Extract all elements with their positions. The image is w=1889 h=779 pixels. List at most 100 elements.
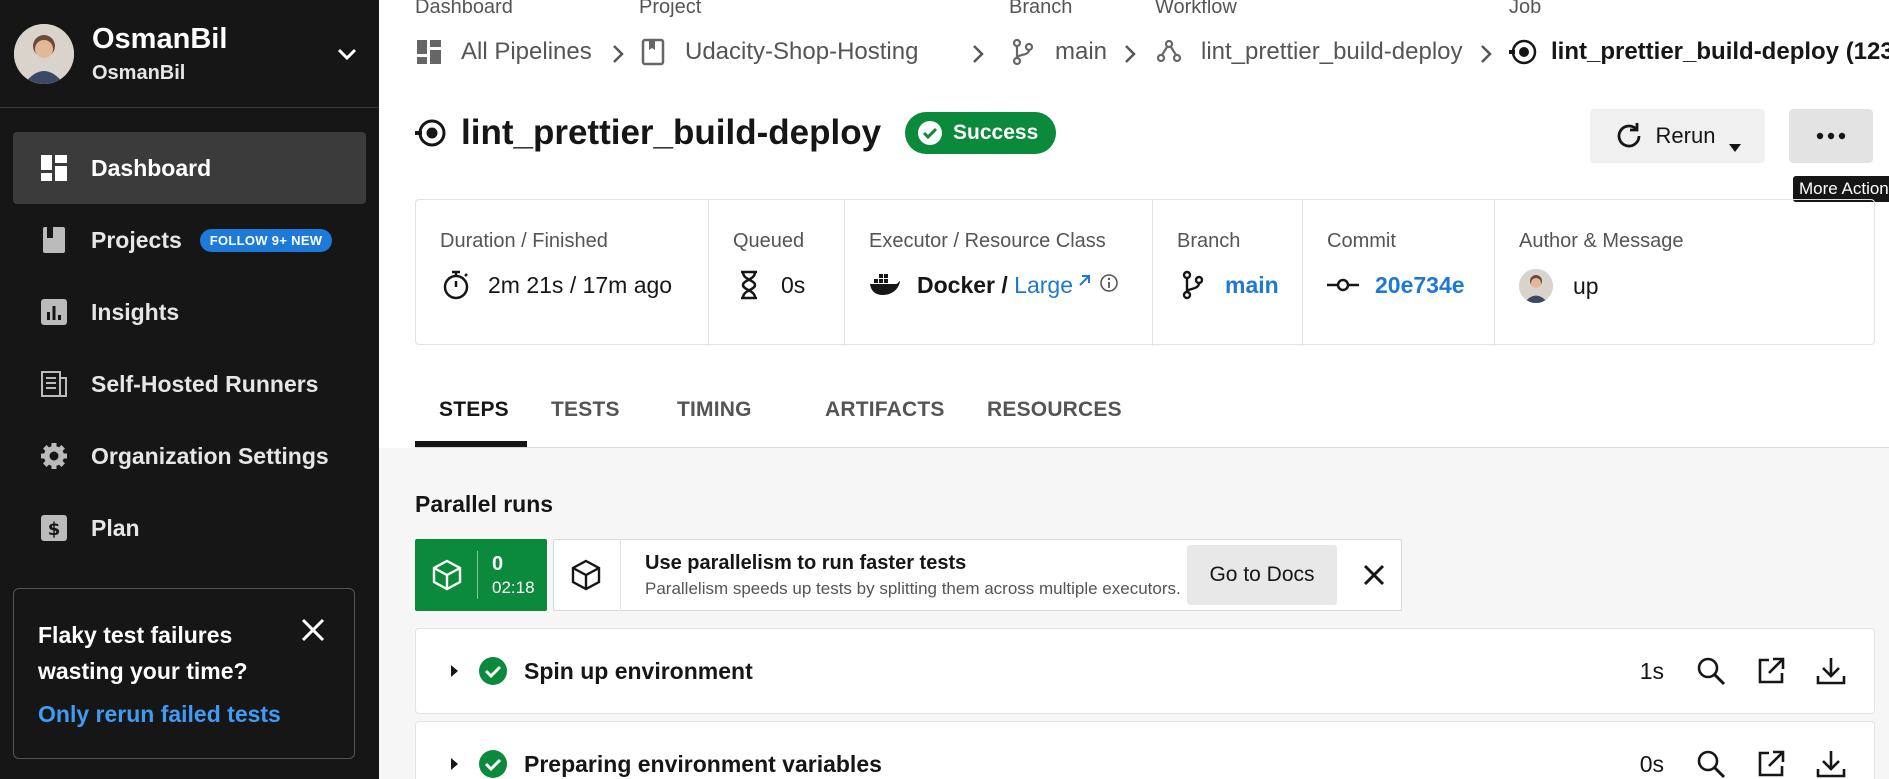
svg-text:$: $ [48, 519, 61, 540]
crumb-project[interactable]: Project Udacity-Shop-Hosting [639, 0, 918, 66]
divider [477, 551, 478, 599]
sidebar-item-org-settings[interactable]: Organization Settings [13, 420, 366, 492]
run-time: 02:18 [492, 577, 535, 597]
info-label: Branch [1177, 230, 1241, 252]
org-subtitle: OsmanBil [92, 61, 186, 84]
info-label: Commit [1327, 230, 1396, 252]
follow-badge[interactable]: FOLLOW 9+ NEW [199, 228, 333, 252]
page-title: lint_prettier_build-deploy [461, 113, 882, 152]
open-external-icon[interactable] [1754, 747, 1788, 779]
step-row[interactable]: Spin up environment 1s [415, 628, 1875, 714]
book-icon [39, 225, 69, 255]
parallelism-tip: Use parallelism to run faster tests Para… [553, 539, 1402, 611]
caret-right-icon[interactable] [448, 756, 460, 772]
download-icon[interactable] [1814, 747, 1848, 779]
org-name: OsmanBil [92, 22, 228, 55]
resource-class-link[interactable]: Large [1014, 272, 1073, 299]
info-commit: Commit 20e734e [1302, 200, 1465, 346]
more-actions-button[interactable] [1789, 109, 1873, 163]
sidebar-item-projects[interactable]: Projects FOLLOW 9+ NEW [13, 204, 366, 276]
caret-down-icon [1729, 132, 1742, 152]
branch-icon [1009, 38, 1037, 66]
crumb-value: main [1055, 38, 1108, 65]
tab-tests[interactable]: TESTS [551, 398, 620, 422]
crumb-branch[interactable]: Branch main [1009, 0, 1107, 66]
rerun-button[interactable]: Rerun [1590, 109, 1765, 163]
crumb-label: Job [1509, 0, 1542, 18]
search-icon[interactable] [1694, 747, 1728, 779]
commit-link[interactable]: 20e734e [1375, 272, 1465, 299]
run-index: 0 [492, 552, 504, 575]
crumb-job: Job lint_prettier_build-deploy (1238) [1509, 0, 1889, 66]
info-label: Executor / Resource Class [869, 230, 1106, 252]
caret-right-icon[interactable] [448, 663, 460, 679]
tab-steps[interactable]: STEPS [439, 398, 509, 422]
refresh-icon [1614, 121, 1644, 151]
rerun-failed-link[interactable]: Only rerun failed tests [38, 701, 330, 728]
org-switcher[interactable]: OsmanBil OsmanBil [0, 0, 379, 108]
branch-icon [1177, 269, 1209, 301]
sidebar-item-insights[interactable]: Insights [13, 276, 366, 348]
search-icon[interactable] [1694, 654, 1728, 688]
job-icon [415, 117, 447, 149]
dollar-icon: $ [39, 513, 69, 543]
status-text: Success [953, 121, 1039, 144]
go-to-docs-button[interactable]: Go to Docs [1187, 545, 1337, 605]
close-icon[interactable] [300, 617, 326, 643]
branch-link[interactable]: main [1225, 272, 1279, 299]
job-info-card: Duration / Finished 2m 21s / 17m ago Que… [415, 199, 1875, 346]
chevron-right-icon [1479, 44, 1493, 64]
info-executor: Executor / Resource Class Docker / Large [844, 200, 1119, 346]
chevron-down-icon[interactable] [329, 36, 365, 72]
info-circle-icon[interactable] [1099, 272, 1119, 299]
info-label: Queued [733, 230, 805, 252]
info-value: Docker [917, 271, 995, 298]
status-badge: Success [905, 112, 1057, 154]
crumb-workflow[interactable]: Workflow lint_prettier_build-deploy [1155, 0, 1463, 66]
crumb-value: Udacity-Shop-Hosting [685, 38, 919, 65]
crumb-label: Branch [1009, 0, 1073, 18]
avatar [14, 23, 74, 84]
crumb-dashboard[interactable]: Dashboard All Pipelines [415, 0, 592, 66]
chevron-right-icon [1123, 44, 1137, 64]
step-name: Spin up environment [524, 657, 753, 684]
step-name: Preparing environment variables [524, 750, 882, 777]
info-label: Author & Message [1519, 230, 1684, 252]
hourglass-icon [733, 269, 765, 301]
sidebar-nav: Dashboard Projects FOLLOW 9+ NEW Insight… [0, 108, 379, 564]
sidebar-item-label: Dashboard [91, 154, 212, 181]
sidebar-item-label: Self-Hosted Runners [91, 370, 319, 397]
dashboard-icon [39, 153, 69, 183]
crumb-value: lint_prettier_build-deploy [1201, 38, 1463, 65]
tip-title: Use parallelism to run faster tests [645, 551, 967, 574]
cube-icon [431, 559, 463, 591]
crumb-label: Dashboard [415, 0, 513, 18]
step-row[interactable]: Preparing environment variables 0s [415, 721, 1875, 779]
info-queued: Queued 0s [708, 200, 805, 346]
sidebar-item-runners[interactable]: Self-Hosted Runners [13, 348, 366, 420]
crumb-value: lint_prettier_build-deploy (1238) [1551, 38, 1889, 65]
step-duration: 0s [1639, 750, 1664, 777]
flaky-tests-card: Flaky test failures wasting your time? O… [13, 588, 355, 759]
rerun-label: Rerun [1655, 123, 1716, 148]
job-icon [1509, 38, 1537, 66]
runner-icon [39, 369, 69, 399]
sidebar-item-label: Projects [91, 226, 182, 253]
sidebar-item-plan[interactable]: $ Plan [13, 492, 366, 564]
download-icon[interactable] [1814, 654, 1848, 688]
tab-resources[interactable]: RESOURCES [987, 398, 1122, 422]
tab-artifacts[interactable]: ARTIFACTS [825, 398, 945, 422]
info-value: 2m 21s / 17m ago [488, 271, 673, 298]
sidebar-item-label: Insights [91, 298, 180, 325]
main-content: Dashboard All Pipelines Project Udacity-… [379, 0, 1889, 779]
close-icon[interactable] [1361, 562, 1387, 588]
stopwatch-icon [440, 269, 472, 301]
tab-timing[interactable]: TIMING [677, 398, 752, 422]
sidebar-item-label: Organization Settings [91, 442, 329, 469]
crumb-value: All Pipelines [461, 38, 592, 65]
open-external-icon[interactable] [1754, 654, 1788, 688]
parallel-run-0[interactable]: 0 02:18 [415, 539, 547, 611]
sidebar-item-dashboard[interactable]: Dashboard [13, 132, 366, 204]
check-circle-icon [478, 656, 508, 686]
sidebar: OsmanBil OsmanBil Dashboard Projects FOL… [0, 0, 379, 779]
